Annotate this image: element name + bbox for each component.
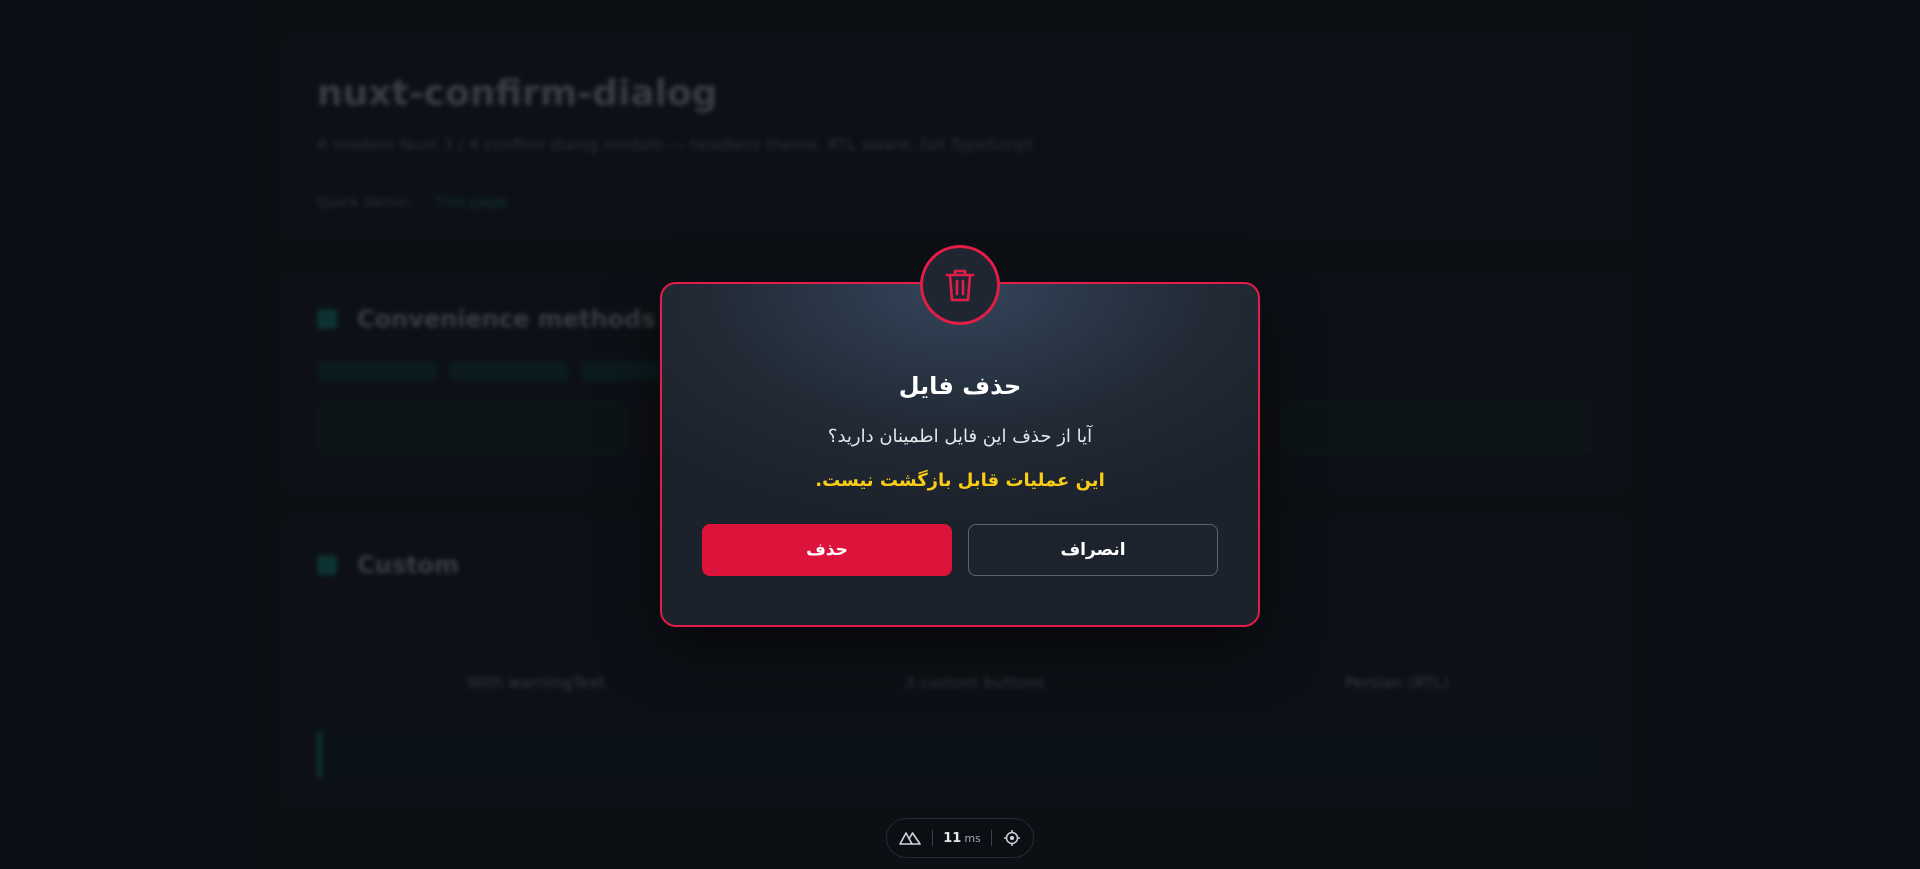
render-time: 11 ms — [943, 831, 981, 846]
delete-button[interactable]: حذف — [702, 524, 952, 576]
trash-icon — [945, 269, 975, 302]
confirm-dialog: حذف فایل آیا از حذف این فایل اطمینان دار… — [660, 282, 1260, 627]
dialog-icon-badge — [920, 245, 1000, 325]
render-time-value: 11 — [943, 830, 962, 846]
dialog-title: حذف فایل — [898, 372, 1022, 400]
devtools-bar: 11 ms — [886, 818, 1034, 858]
render-time-unit: ms — [964, 831, 981, 845]
cancel-button[interactable]: انصراف — [968, 524, 1218, 576]
separator — [931, 830, 933, 846]
dialog-warning: این عملیات قابل بازگشت نیست. — [815, 470, 1105, 491]
target-icon[interactable] — [1003, 829, 1021, 847]
nuxt-logo-icon[interactable] — [899, 830, 921, 846]
dialog-message: آیا از حذف این فایل اطمینان دارید؟ — [827, 426, 1093, 447]
separator — [991, 830, 993, 846]
